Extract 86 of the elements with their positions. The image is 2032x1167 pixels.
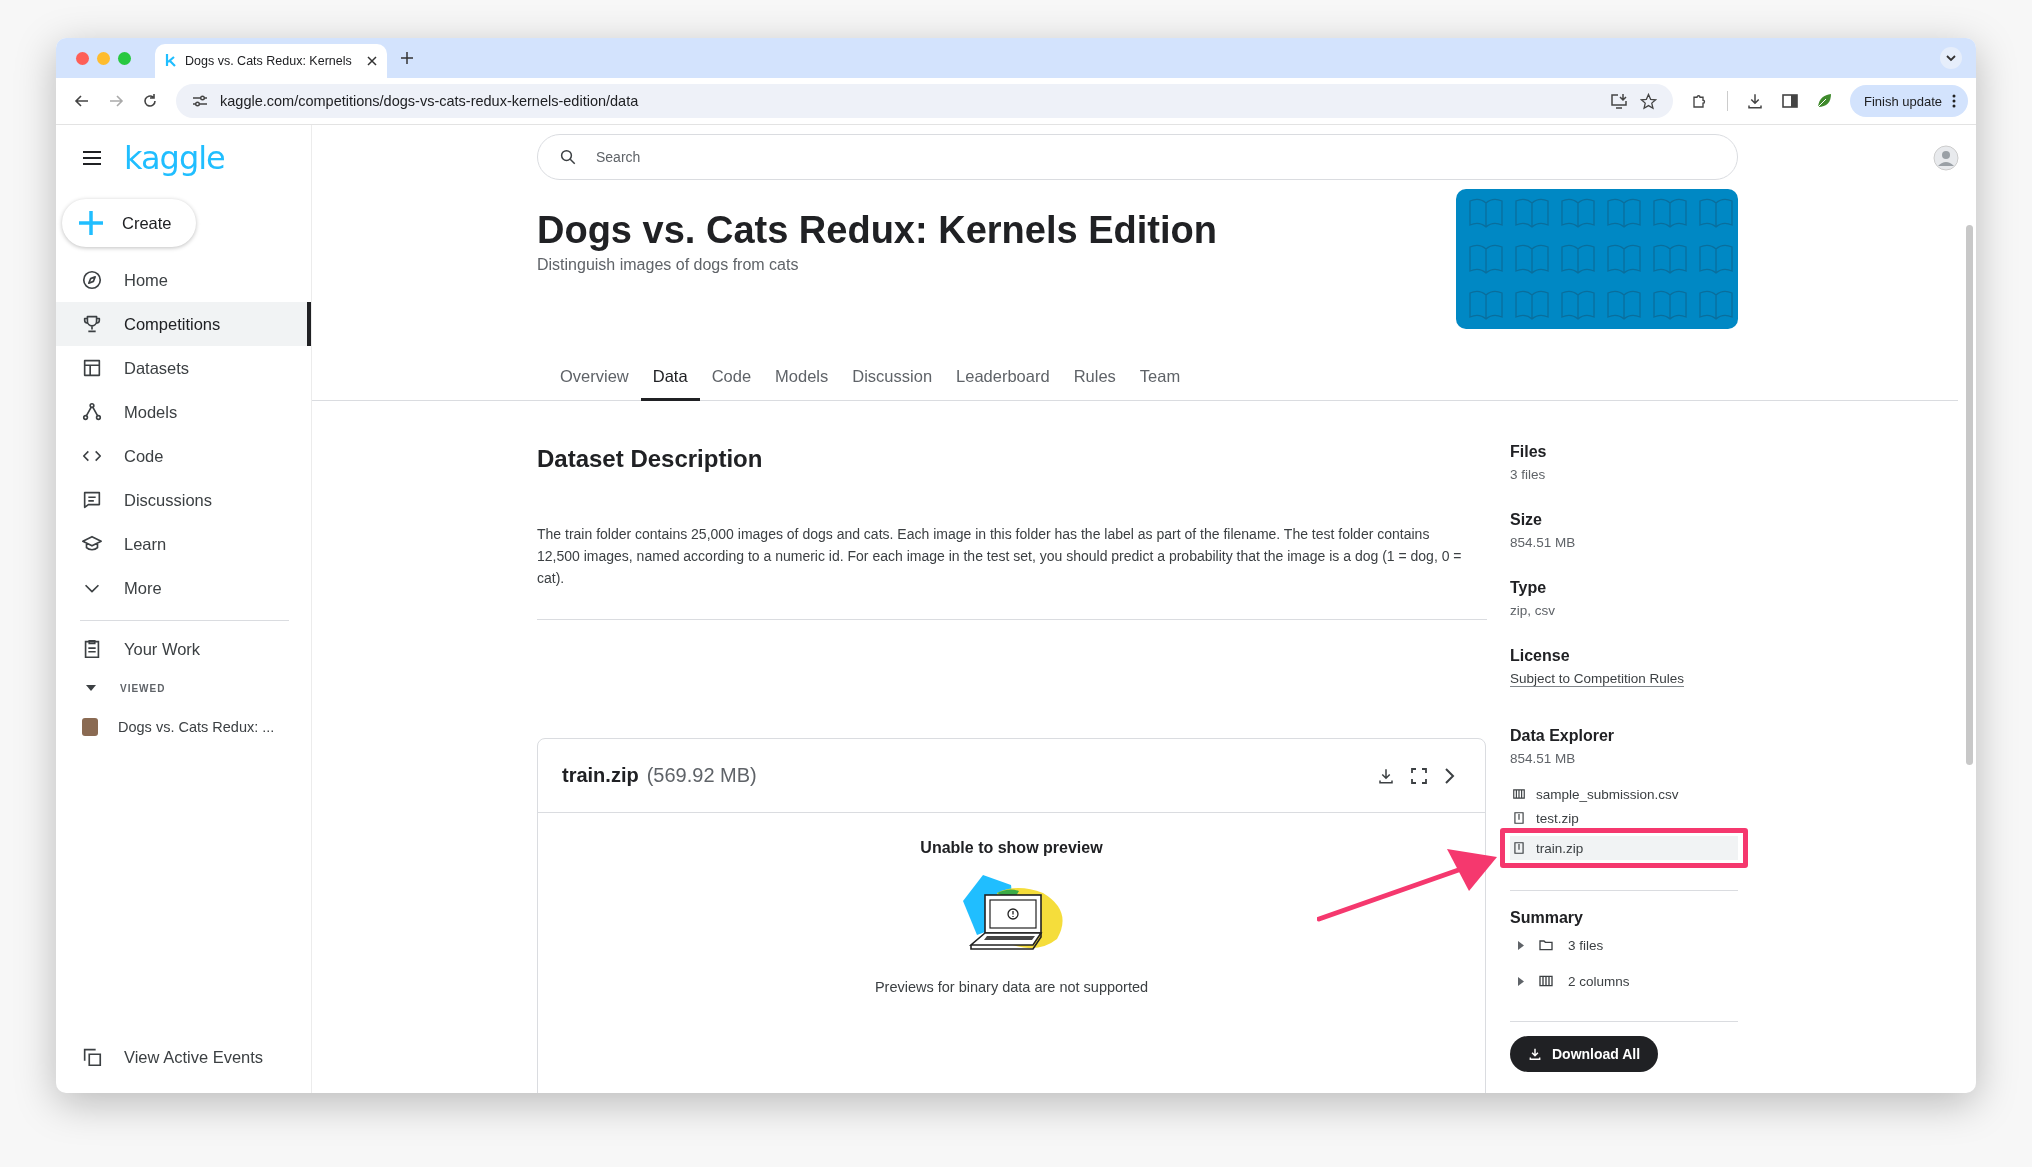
summary-item[interactable]: 2 columns bbox=[1510, 963, 1738, 999]
summary-heading: Summary bbox=[1510, 909, 1584, 927]
page-tab[interactable]: Data bbox=[640, 357, 700, 401]
search-field[interactable]: Search bbox=[537, 134, 1738, 180]
sidebar-item[interactable]: Home bbox=[56, 258, 311, 302]
side-panel-icon[interactable] bbox=[1781, 93, 1798, 109]
page-tab[interactable]: Overview bbox=[548, 357, 641, 401]
download-all-button[interactable]: Download All bbox=[1510, 1036, 1659, 1072]
page-tab[interactable]: Rules bbox=[1061, 357, 1128, 401]
file-list-item[interactable]: test.zip bbox=[1510, 806, 1738, 830]
explorer-size: 854.51 MB bbox=[1510, 751, 1577, 766]
download-icon[interactable] bbox=[1745, 92, 1764, 110]
zip-file-icon bbox=[1512, 841, 1526, 855]
meta-label: Size bbox=[1510, 511, 1543, 529]
page-tab[interactable]: Team bbox=[1127, 357, 1193, 401]
leaf-icon[interactable] bbox=[1815, 93, 1832, 109]
sidebar-item[interactable]: Learn bbox=[56, 522, 311, 566]
zip-file-icon bbox=[1512, 811, 1526, 825]
description-text: The train folder contains 25,000 images of dogs and cats. Each image in this folder has the label as part of the filename. The test folder contains 12,500 images, named according to a numeric id. For each image in the test set, you should predict a probability that the image is a dog (1 = dog, 0 = cat). bbox=[537, 525, 1462, 588]
file-list-item[interactable]: train.zip bbox=[1510, 836, 1738, 860]
preview-message-title: Unable to show preview bbox=[920, 839, 1103, 857]
new-tab-icon[interactable] bbox=[401, 52, 413, 64]
nav-icon bbox=[81, 269, 103, 291]
view-active-events-item[interactable]: View Active Events bbox=[56, 1035, 311, 1079]
preview-message: Previews for binary data are not supported bbox=[874, 979, 1149, 995]
page-title: Dogs vs. Cats Redux: Kernels Edition bbox=[537, 209, 1217, 252]
nav-icon bbox=[81, 401, 103, 423]
your-work-item[interactable]: Your Work bbox=[56, 627, 311, 671]
collapse-caret-icon[interactable] bbox=[86, 685, 96, 691]
thumbnail-placeholder bbox=[82, 718, 98, 736]
copy-icon bbox=[81, 1046, 103, 1068]
reload-icon[interactable] bbox=[142, 93, 158, 109]
viewed-heading: VIEWED bbox=[120, 682, 166, 694]
avatar-icon[interactable] bbox=[1933, 145, 1959, 171]
page-tab[interactable]: Code bbox=[699, 357, 764, 401]
expand-caret-icon[interactable] bbox=[1518, 940, 1524, 950]
file-size: (569.92 MB) bbox=[646, 764, 757, 787]
table-icon bbox=[1538, 973, 1554, 989]
meta-label: License bbox=[1510, 647, 1571, 665]
meta-value: zip, csv bbox=[1510, 603, 1556, 618]
finish-update-button[interactable]: Finish update bbox=[1849, 85, 1968, 117]
nav-icon bbox=[81, 357, 103, 379]
sidebar-item[interactable]: Competitions bbox=[56, 302, 311, 346]
create-button[interactable]: Create bbox=[62, 199, 196, 247]
close-tab-icon[interactable] bbox=[367, 56, 377, 66]
install-app-icon[interactable] bbox=[1609, 93, 1628, 109]
sidebar-item[interactable]: Datasets bbox=[56, 346, 311, 390]
download-icon bbox=[1528, 1047, 1542, 1061]
bookmark-star-icon[interactable] bbox=[1639, 92, 1657, 110]
search-icon bbox=[559, 148, 577, 166]
license-link[interactable]: Subject to Competition Rules bbox=[1510, 671, 1685, 687]
section-heading: Dataset Description bbox=[537, 445, 764, 473]
meta-label: Files bbox=[1510, 443, 1548, 461]
file-name: train.zip bbox=[562, 764, 639, 787]
back-icon[interactable] bbox=[74, 93, 90, 109]
nav-icon bbox=[81, 313, 103, 335]
browser-tab[interactable]: Dogs vs. Cats Redux: Kernels bbox=[155, 44, 387, 78]
menu-icon[interactable] bbox=[82, 150, 102, 166]
sidebar-item[interactable]: Models bbox=[56, 390, 311, 434]
meta-label: Type bbox=[1510, 579, 1548, 597]
sidebar-item[interactable]: More bbox=[56, 566, 311, 610]
address-bar[interactable]: kaggle.com/competitions/dogs-vs-cats-redux-kernels-edition/data bbox=[176, 84, 1673, 118]
sidebar-item[interactable]: Code bbox=[56, 434, 311, 478]
expand-caret-icon[interactable] bbox=[1518, 976, 1524, 986]
nav-icon bbox=[81, 489, 103, 511]
meta-value: 3 files bbox=[1510, 467, 1547, 482]
chevron-right-icon[interactable] bbox=[1443, 766, 1455, 785]
site-settings-icon[interactable] bbox=[192, 94, 208, 108]
viewed-item[interactable]: Dogs vs. Cats Redux: ... bbox=[56, 705, 311, 749]
plus-icon bbox=[78, 210, 104, 236]
page-tab[interactable]: Leaderboard bbox=[944, 357, 1062, 401]
meta-value: 854.51 MB bbox=[1510, 535, 1577, 550]
page-tab[interactable]: Models bbox=[763, 357, 841, 401]
file-list-item[interactable]: sample_submission.csv bbox=[1510, 782, 1738, 806]
more-vertical-icon bbox=[1952, 94, 1956, 108]
summary-item[interactable]: 3 files bbox=[1510, 927, 1738, 963]
page-tab[interactable]: Discussion bbox=[840, 357, 945, 401]
download-icon[interactable] bbox=[1377, 766, 1395, 785]
page-subtitle: Distinguish images of dogs from cats bbox=[537, 256, 800, 274]
table-icon bbox=[1512, 787, 1526, 801]
explorer-heading: Data Explorer bbox=[1510, 727, 1616, 745]
fullscreen-icon[interactable] bbox=[1411, 767, 1427, 784]
tab-search-icon[interactable] bbox=[1940, 47, 1962, 69]
scrollbar-thumb[interactable] bbox=[1966, 225, 1973, 765]
sidebar-item[interactable]: Discussions bbox=[56, 478, 311, 522]
folder-icon bbox=[1538, 937, 1554, 953]
